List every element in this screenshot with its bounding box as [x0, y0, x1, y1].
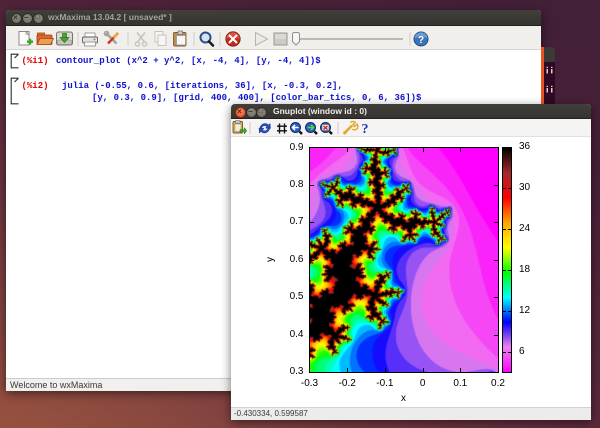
svg-text:?: ? [418, 35, 424, 46]
svg-text:?: ? [362, 122, 369, 136]
